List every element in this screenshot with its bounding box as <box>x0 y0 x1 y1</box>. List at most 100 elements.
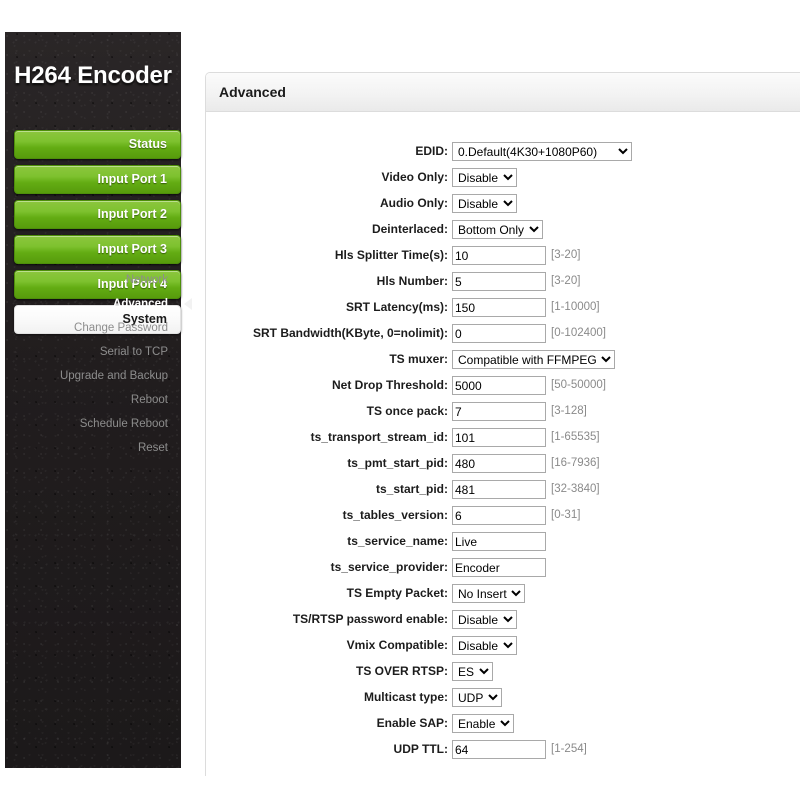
field-wrap-ts-rtsp-password-enable: Disable <box>452 610 517 629</box>
secondary-nav: Network Advanced Change Password Serial to … <box>5 268 192 460</box>
encoder-web-ui: H264 Encoder Status Input Port 1 Input Por… <box>0 0 800 800</box>
subnav-item-reboot[interactable]: Reboot <box>5 388 181 412</box>
input-ts-service-name[interactable] <box>452 532 546 551</box>
range-hint-ts-transport-stream-id: [1-65535] <box>551 431 600 443</box>
form-row-ts-service-name: ts_service_name: <box>206 532 800 558</box>
field-wrap-srt-bandwidth <box>452 324 546 343</box>
field-wrap-video-only: Disable <box>452 168 517 187</box>
nav-item-input-port-3[interactable]: Input Port 3 <box>14 235 181 264</box>
select-enable-sap[interactable]: Enable <box>452 714 514 733</box>
advanced-settings-form: EDID: 0.Default(4K30+1080P60) Video Only: D… <box>206 112 800 766</box>
subnav-item-upgrade-and-backup[interactable]: Upgrade and Backup <box>5 364 181 388</box>
field-wrap-ts-once-pack <box>452 402 546 421</box>
select-ts-muxer[interactable]: Compatible with FFMPEG <box>452 350 615 369</box>
active-pointer-icon <box>184 298 192 310</box>
input-ts-start-pid[interactable] <box>452 480 546 499</box>
input-udp-ttl[interactable] <box>452 740 546 759</box>
field-wrap-deinterlaced: Bottom Only <box>452 220 543 239</box>
label-vmix-compatible: Vmix Compatible: <box>346 638 448 652</box>
form-row-audio-only: Audio Only: Disable <box>206 194 800 220</box>
subnav-item-label: Schedule Reboot <box>79 418 168 430</box>
select-ts-over-rtsp[interactable]: ES <box>452 662 493 681</box>
field-wrap-vmix-compatible: Disable <box>452 636 517 655</box>
nav-item-status[interactable]: Status <box>14 130 181 159</box>
label-hls-number: Hls Number: <box>376 274 448 288</box>
label-ts-service-provider: ts_service_provider: <box>330 560 448 574</box>
input-ts-once-pack[interactable] <box>452 402 546 421</box>
field-wrap-audio-only: Disable <box>452 194 517 213</box>
label-ts-service-name: ts_service_name: <box>347 534 448 548</box>
form-row-ts-once-pack: TS once pack: [3-128] <box>206 402 800 428</box>
form-row-edid: EDID: 0.Default(4K30+1080P60) <box>206 142 800 168</box>
subnav-item-advanced[interactable]: Advanced <box>5 292 192 316</box>
select-audio-only[interactable]: Disable <box>452 194 517 213</box>
form-row-ts-tables-version: ts_tables_version: [0-31] <box>206 506 800 532</box>
form-row-ts-over-rtsp: TS OVER RTSP: ES <box>206 662 800 688</box>
range-hint-ts-pmt-start-pid: [16-7936] <box>551 457 600 469</box>
label-ts-once-pack: TS once pack: <box>366 404 448 418</box>
field-wrap-edid: 0.Default(4K30+1080P60) <box>452 142 632 161</box>
label-srt-latency: SRT Latency(ms): <box>345 300 448 314</box>
field-wrap-multicast-type: UDP <box>452 688 502 707</box>
range-hint-srt-bandwidth: [0-102400] <box>551 327 606 339</box>
field-wrap-ts-empty-packet: No Insert <box>452 584 525 603</box>
label-ts-start-pid: ts_start_pid: <box>375 482 448 496</box>
range-hint-ts-start-pid: [32-3840] <box>551 483 600 495</box>
subnav-item-change-password[interactable]: Change Password <box>5 316 181 340</box>
label-ts-tables-version: ts_tables_version: <box>342 508 448 522</box>
label-ts-pmt-start-pid: ts_pmt_start_pid: <box>347 456 448 470</box>
page-title: Advanced <box>219 84 286 100</box>
input-ts-tables-version[interactable] <box>452 506 546 525</box>
label-hls-splitter-time: Hls Splitter Time(s): <box>334 248 448 262</box>
field-wrap-ts-transport-stream-id <box>452 428 546 447</box>
select-multicast-type[interactable]: UDP <box>452 688 502 707</box>
select-edid[interactable]: 0.Default(4K30+1080P60) <box>452 142 632 161</box>
field-wrap-ts-service-name <box>452 532 546 551</box>
nav-item-input-port-2[interactable]: Input Port 2 <box>14 200 181 229</box>
app-brand-title: H264 Encoder <box>14 62 172 89</box>
label-video-only: Video Only: <box>381 170 448 184</box>
field-wrap-ts-tables-version <box>452 506 546 525</box>
input-hls-number[interactable] <box>452 272 546 291</box>
subnav-item-serial-to-tcp[interactable]: Serial to TCP <box>5 340 181 364</box>
sidebar: H264 Encoder Status Input Port 1 Input Por… <box>5 32 192 768</box>
input-net-drop-threshold[interactable] <box>452 376 546 395</box>
range-hint-ts-tables-version: [0-31] <box>551 509 581 521</box>
input-srt-bandwidth[interactable] <box>452 324 546 343</box>
range-hint-hls-number: [3-20] <box>551 275 581 287</box>
select-ts-rtsp-password-enable[interactable]: Disable <box>452 610 517 629</box>
label-multicast-type: Multicast type: <box>363 690 448 704</box>
subnav-item-label: Reset <box>137 442 168 454</box>
select-ts-empty-packet[interactable]: No Insert <box>452 584 525 603</box>
label-ts-rtsp-password-enable: TS/RTSP password enable: <box>292 612 448 626</box>
input-ts-service-provider[interactable] <box>452 558 546 577</box>
select-vmix-compatible[interactable]: Disable <box>452 636 517 655</box>
label-enable-sap: Enable SAP: <box>376 716 448 730</box>
input-srt-latency[interactable] <box>452 298 546 317</box>
subnav-item-network[interactable]: Network <box>5 268 181 292</box>
field-wrap-ts-pmt-start-pid <box>452 454 546 473</box>
form-row-hls-splitter-time: Hls Splitter Time(s): [3-20] <box>206 246 800 272</box>
form-row-ts-start-pid: ts_start_pid: [32-3840] <box>206 480 800 506</box>
input-ts-transport-stream-id[interactable] <box>452 428 546 447</box>
subnav-item-label: Network <box>125 274 168 286</box>
label-udp-ttl: UDP TTL: <box>393 742 448 756</box>
field-wrap-ts-start-pid <box>452 480 546 499</box>
range-hint-hls-splitter-time: [3-20] <box>551 249 581 261</box>
field-wrap-ts-muxer: Compatible with FFMPEG <box>452 350 615 369</box>
subnav-item-label: Advanced <box>113 298 168 310</box>
form-row-net-drop-threshold: Net Drop Threshold: [50-50000] <box>206 376 800 402</box>
subnav-item-reset[interactable]: Reset <box>5 436 181 460</box>
nav-item-input-port-1[interactable]: Input Port 1 <box>14 165 181 194</box>
label-ts-over-rtsp: TS OVER RTSP: <box>355 664 448 678</box>
form-row-ts-service-provider: ts_service_provider: <box>206 558 800 584</box>
label-net-drop-threshold: Net Drop Threshold: <box>332 378 448 392</box>
subnav-item-label: Upgrade and Backup <box>59 370 168 382</box>
form-row-srt-bandwidth: SRT Bandwidth(KByte, 0=nolimit): [0-10240… <box>206 324 800 350</box>
input-hls-splitter-time[interactable] <box>452 246 546 265</box>
subnav-item-schedule-reboot[interactable]: Schedule Reboot <box>5 412 181 436</box>
select-video-only[interactable]: Disable <box>452 168 517 187</box>
select-deinterlaced[interactable]: Bottom Only <box>452 220 543 239</box>
field-wrap-srt-latency <box>452 298 546 317</box>
input-ts-pmt-start-pid[interactable] <box>452 454 546 473</box>
